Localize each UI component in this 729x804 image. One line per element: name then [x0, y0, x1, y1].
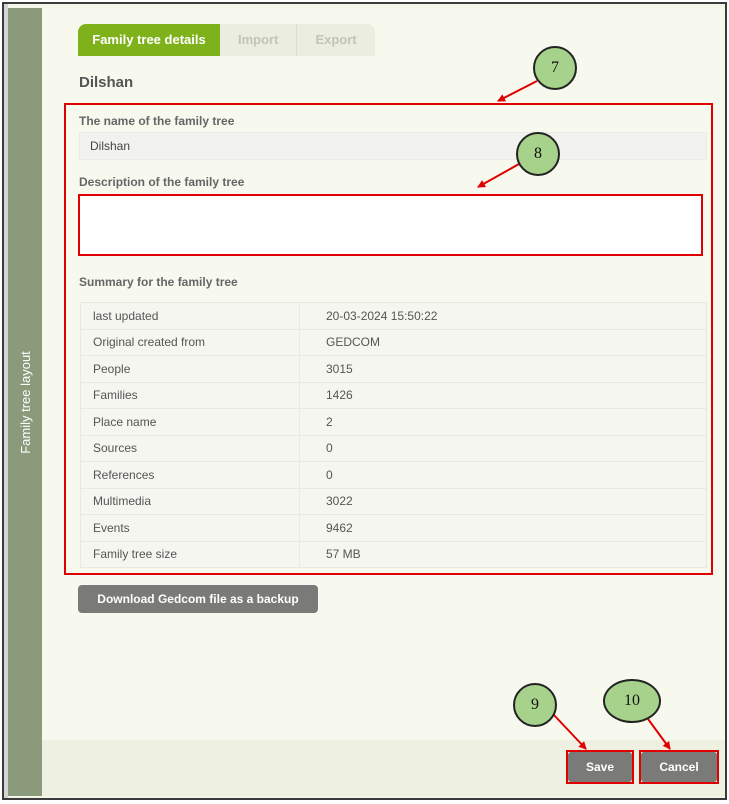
- summary-value: 0: [299, 461, 707, 489]
- summary-key: Families: [80, 382, 300, 409]
- table-row: Place name 2: [80, 408, 707, 436]
- description-textarea[interactable]: [78, 194, 703, 256]
- cancel-button[interactable]: Cancel: [641, 752, 717, 782]
- layout-sidebar[interactable]: Family tree layout: [8, 8, 42, 796]
- summary-key: Original created from: [80, 329, 300, 356]
- summary-key: Multimedia: [80, 488, 300, 515]
- table-row: Events 9462: [80, 514, 707, 542]
- callout-badge-9: 9: [513, 683, 557, 727]
- summary-value: 1426: [299, 382, 707, 409]
- summary-key: Events: [80, 514, 300, 542]
- description-label: Description of the family tree: [79, 175, 245, 189]
- summary-value: 20-03-2024 15:50:22: [299, 302, 707, 330]
- summary-value: 2: [299, 408, 707, 436]
- tab-family-tree-details[interactable]: Family tree details: [78, 24, 220, 56]
- callout-badge-7: 7: [533, 46, 577, 90]
- callout-badge-8: 8: [516, 132, 560, 176]
- summary-value: 3022: [299, 488, 707, 515]
- download-gedcom-button[interactable]: Download Gedcom file as a backup: [78, 585, 318, 613]
- summary-key: People: [80, 355, 300, 383]
- table-row: Families 1426: [80, 382, 707, 409]
- tab-export[interactable]: Export: [297, 24, 375, 56]
- summary-table: last updated 20-03-2024 15:50:22 Original…: [80, 302, 707, 568]
- tab-import[interactable]: Import: [220, 24, 298, 56]
- cancel-button-highlight: Cancel: [639, 750, 719, 784]
- tree-name-input[interactable]: Dilshan: [79, 132, 707, 160]
- summary-key: Family tree size: [80, 541, 300, 568]
- table-row: References 0: [80, 461, 707, 489]
- callout-badge-10: 10: [603, 679, 661, 723]
- table-row: Multimedia 3022: [80, 488, 707, 515]
- summary-label: Summary for the family tree: [79, 275, 238, 289]
- sidebar-label: Family tree layout: [17, 350, 33, 454]
- summary-key: Place name: [80, 408, 300, 436]
- summary-key: References: [80, 461, 300, 489]
- tab-bar: Family tree details Import Export: [78, 24, 375, 56]
- table-row: Family tree size 57 MB: [80, 541, 707, 568]
- summary-value: 3015: [299, 355, 707, 383]
- summary-key: Sources: [80, 435, 300, 462]
- details-panel: Family tree details Import Export Dilsha…: [42, 8, 725, 740]
- name-label: The name of the family tree: [79, 114, 235, 128]
- summary-value: GEDCOM: [299, 329, 707, 356]
- save-button-highlight: Save: [566, 750, 634, 784]
- summary-value: 57 MB: [299, 541, 707, 568]
- table-row: Original created from GEDCOM: [80, 329, 707, 356]
- summary-key: last updated: [80, 302, 300, 330]
- page-title: Dilshan: [79, 74, 134, 91]
- table-row: People 3015: [80, 355, 707, 383]
- dialog-footer: Save Cancel: [42, 740, 725, 796]
- table-row: Sources 0: [80, 435, 707, 462]
- summary-value: 9462: [299, 514, 707, 542]
- save-button[interactable]: Save: [568, 752, 632, 782]
- summary-value: 0: [299, 435, 707, 462]
- table-row: last updated 20-03-2024 15:50:22: [80, 302, 707, 330]
